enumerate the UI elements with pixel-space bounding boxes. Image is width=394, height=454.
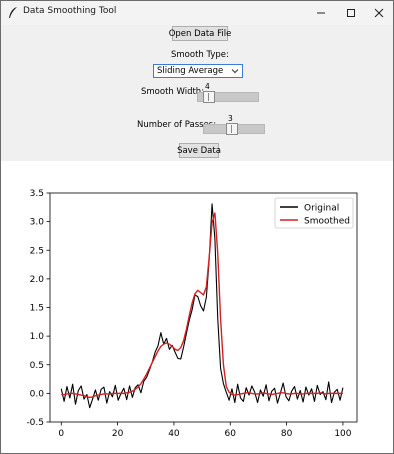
y-tick-label: 0.5 <box>30 361 44 371</box>
smoothing-chart: -0.5 0.0 0.5 1.0 1.5 2.0 2.5 3.0 3.5 0 20 40 60 80 100… <box>1 161 393 454</box>
window-title: Data Smoothing Tool <box>23 6 117 16</box>
y-tick-label: 1.5 <box>30 304 44 314</box>
feather-icon <box>9 7 17 18</box>
number-of-passes-slider-thumb[interactable] <box>226 123 238 135</box>
number-of-passes-value: 3 <box>228 114 233 123</box>
title-bar: Data Smoothing Tool <box>1 1 393 25</box>
minimize-button[interactable] <box>307 1 335 25</box>
chart-svg: -0.5 0.0 0.5 1.0 1.5 2.0 2.5 3.0 3.5 0 20 40 60 80 100… <box>26 189 358 439</box>
smooth-type-value: Sliding Average <box>157 66 224 76</box>
chevron-down-icon <box>231 69 239 74</box>
save-data-button[interactable]: Save Data <box>177 143 221 158</box>
series-line-smoothed <box>61 212 343 399</box>
legend-label-original: Original <box>304 204 339 214</box>
open-data-file-button[interactable]: Open Data File <box>169 26 231 41</box>
y-tick-label: 1.0 <box>30 332 45 342</box>
y-tick-label: 0.0 <box>30 389 45 399</box>
x-tick-label: 100 <box>334 429 351 439</box>
close-icon <box>374 8 384 18</box>
smooth-type-select[interactable]: Sliding Average <box>153 64 243 78</box>
series-line-original <box>60 203 344 409</box>
smooth-width-label: Smooth Width: <box>141 87 205 97</box>
legend-label-smoothed: Smoothed <box>304 217 350 227</box>
x-tick-label: 40 <box>168 429 180 439</box>
smooth-width-slider-thumb[interactable] <box>203 91 215 103</box>
y-tick-label: 3.0 <box>30 218 45 228</box>
maximize-button[interactable] <box>337 1 365 25</box>
smooth-type-label: Smooth Type: <box>171 50 229 60</box>
app-window: Data Smoothing Tool Open Data File Smoot… <box>0 0 394 454</box>
y-tick-label: -0.5 <box>26 418 44 428</box>
close-button[interactable] <box>365 1 393 25</box>
minimize-icon <box>317 12 325 14</box>
y-tick-label: 2.5 <box>30 246 44 256</box>
smooth-width-value: 4 <box>205 82 210 91</box>
x-tick-label: 60 <box>225 429 237 439</box>
x-tick-label: 20 <box>112 429 124 439</box>
x-tick-label: 80 <box>281 429 293 439</box>
x-tick-label: 0 <box>58 429 64 439</box>
smooth-width-slider[interactable] <box>197 91 259 103</box>
controls-panel: Open Data File Smooth Type: Sliding Aver… <box>1 25 393 161</box>
plot-area: -0.5 0.0 0.5 1.0 1.5 2.0 2.5 3.0 3.5 0 20 40 60 80 100… <box>1 161 393 453</box>
y-tick-label: 3.5 <box>30 189 44 199</box>
maximize-icon <box>347 9 355 17</box>
number-of-passes-slider[interactable] <box>203 123 265 135</box>
y-tick-label: 2.0 <box>30 275 45 285</box>
